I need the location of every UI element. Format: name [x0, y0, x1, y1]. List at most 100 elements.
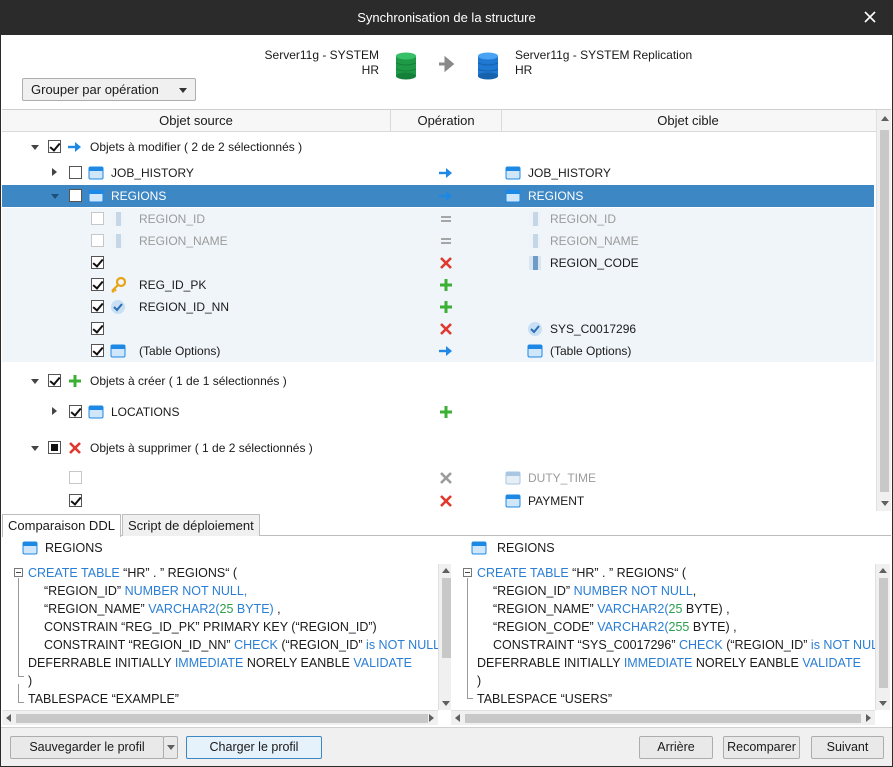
table-icon	[88, 166, 104, 180]
column-operation[interactable]: Opération	[391, 113, 501, 128]
collapse-icon[interactable]	[31, 145, 39, 150]
group-row-modify[interactable]: Objets à modifier ( 2 de 2 sélectionnés …	[2, 136, 874, 158]
column-target[interactable]: Objet cible	[502, 113, 874, 128]
row-checkbox[interactable]	[69, 405, 82, 418]
row-checkbox[interactable]	[91, 300, 104, 313]
table-row-selected[interactable]: REGIONS REGIONS	[2, 185, 874, 207]
ddl-target-code[interactable]: CREATE TABLE “HR” . ” REGIONS“ ( “REGION…	[451, 564, 875, 710]
row-checkbox[interactable]	[69, 166, 82, 179]
group-by-value: Grouper par opération	[31, 82, 159, 97]
close-icon[interactable]	[861, 8, 879, 26]
row-checkbox[interactable]	[91, 256, 104, 269]
collapse-icon[interactable]	[31, 379, 39, 384]
code-line: CONSTRAIN “REG_ID_PK” PRIMARY KEY (“REGI…	[44, 620, 377, 634]
source-server-name: Server11g - SYSTEM	[264, 48, 379, 62]
expand-icon[interactable]	[52, 407, 57, 415]
ddl-pane-target: REGIONS CREATE TABLE “HR” . ” REGIONS“ (…	[451, 536, 891, 726]
source-object-label: (Table Options)	[139, 344, 221, 358]
group-row-delete[interactable]: Objets à supprimer ( 1 de 2 sélectionnés…	[2, 437, 874, 459]
table-row[interactable]: LOCATIONS	[2, 401, 874, 423]
source-object-label: JOB_HISTORY	[111, 166, 194, 180]
arrow-right-icon	[439, 346, 452, 356]
code-line: “REGION_NAME” VARCHAR2(25 BYTE) ,	[493, 602, 730, 616]
ddl-target-vertical-scrollbar[interactable]	[875, 564, 890, 710]
group-delete-label: Objets à supprimer ( 1 de 2 sélectionnés…	[90, 441, 313, 455]
title-bar: Synchronisation de la structure	[0, 0, 893, 35]
target-object-label: REGION_ID	[550, 212, 617, 226]
ddl-source-title: REGIONS	[45, 541, 103, 555]
ddl-target-horizontal-scrollbar[interactable]	[451, 710, 875, 725]
column-row[interactable]: REGION_ID REGION_ID	[2, 208, 874, 230]
collapse-icon[interactable]	[31, 446, 39, 451]
delete-icon	[440, 472, 452, 484]
recompare-button[interactable]: Recomparer	[723, 736, 800, 759]
table-icon	[505, 166, 521, 180]
group-delete-checkbox[interactable]	[48, 441, 61, 454]
row-checkbox[interactable]	[91, 212, 104, 225]
tab-deployment-script[interactable]: Script de déploiement	[122, 514, 260, 536]
target-object-label: DUTY_TIME	[528, 471, 597, 485]
code-line: )	[28, 674, 33, 688]
column-row[interactable]: REGION_NAME REGION_NAME	[2, 230, 874, 252]
comparison-grid: Objet source Opération Objet cible Objet…	[2, 109, 891, 511]
add-icon	[69, 375, 81, 387]
expand-icon[interactable]	[52, 168, 57, 176]
target-database-icon	[477, 52, 499, 80]
save-profile-dropdown-button[interactable]	[163, 736, 178, 759]
back-button[interactable]: Arrière	[639, 736, 713, 759]
row-checkbox[interactable]	[91, 344, 104, 357]
ddl-source-horizontal-scrollbar[interactable]	[2, 710, 438, 725]
table-row[interactable]: PAYMENT	[2, 490, 874, 511]
row-checkbox[interactable]	[91, 234, 104, 247]
ddl-source-code[interactable]: CREATE TABLE “HR” . ” REGIONS“ ( “REGION…	[2, 564, 440, 710]
group-by-select[interactable]: Grouper par opération	[22, 78, 196, 101]
next-button[interactable]: Suivant	[811, 736, 884, 759]
target-schema-name: HR	[515, 63, 533, 77]
source-object-label: REGION_ID	[139, 212, 206, 226]
scroll-thumb[interactable]	[880, 130, 889, 492]
collapse-icon[interactable]	[51, 194, 59, 199]
scroll-down-icon[interactable]	[881, 501, 889, 506]
target-server-info: Server11g - SYSTEM Replication HR	[515, 48, 692, 78]
delete-icon	[69, 442, 81, 454]
sync-direction-arrow-icon	[439, 56, 455, 72]
load-profile-button[interactable]: Charger le profil	[186, 736, 322, 759]
source-database-icon	[395, 52, 417, 80]
table-row[interactable]: JOB_HISTORY JOB_HISTORY	[2, 162, 874, 184]
scroll-up-icon[interactable]	[881, 116, 889, 121]
constraint-row[interactable]: REG_ID_PK	[2, 274, 874, 296]
table-options-row[interactable]: (Table Options) (Table Options)	[2, 340, 874, 362]
fold-icon[interactable]	[463, 568, 472, 577]
table-icon	[505, 494, 521, 508]
code-line: “REGION_NAME” VARCHAR2(25 BYTE) ,	[44, 602, 281, 616]
row-checkbox[interactable]	[69, 189, 82, 202]
column-source[interactable]: Objet source	[2, 113, 390, 128]
fold-icon[interactable]	[14, 568, 23, 577]
save-profile-button[interactable]: Sauvegarder le profil	[10, 736, 164, 759]
source-object-label: REGION_NAME	[139, 234, 228, 248]
column-row[interactable]: REGION_CODE	[2, 252, 874, 274]
dialog-footer: Sauvegarder le profil Charger le profil …	[1, 727, 892, 766]
table-icon	[505, 189, 521, 203]
row-checkbox[interactable]	[91, 278, 104, 291]
group-modify-checkbox[interactable]	[48, 140, 61, 153]
grid-vertical-scrollbar[interactable]	[876, 110, 891, 511]
row-checkbox[interactable]	[69, 471, 82, 484]
code-line: CONSTRAINT “SYS_C0017296” CHECK (“REGION…	[493, 638, 875, 652]
row-checkbox[interactable]	[91, 322, 104, 335]
group-row-create[interactable]: Objets à créer ( 1 de 1 sélectionnés )	[2, 370, 874, 392]
table-icon	[88, 189, 104, 203]
source-object-label: REG_ID_PK	[139, 278, 207, 292]
add-icon	[440, 406, 452, 418]
table-icon	[471, 541, 487, 555]
table-icon	[22, 541, 38, 555]
arrow-right-icon	[68, 142, 81, 152]
group-create-checkbox[interactable]	[48, 374, 61, 387]
row-checkbox[interactable]	[69, 494, 82, 507]
column-icon	[112, 212, 124, 226]
table-row[interactable]: DUTY_TIME	[2, 467, 874, 489]
ddl-pane-source-header: REGIONS	[2, 536, 440, 560]
constraint-row[interactable]: REGION_ID_NN	[2, 296, 874, 318]
tab-ddl-comparison[interactable]: Comparaison DDL	[2, 514, 121, 537]
constraint-row[interactable]: SYS_C0017296	[2, 318, 874, 340]
